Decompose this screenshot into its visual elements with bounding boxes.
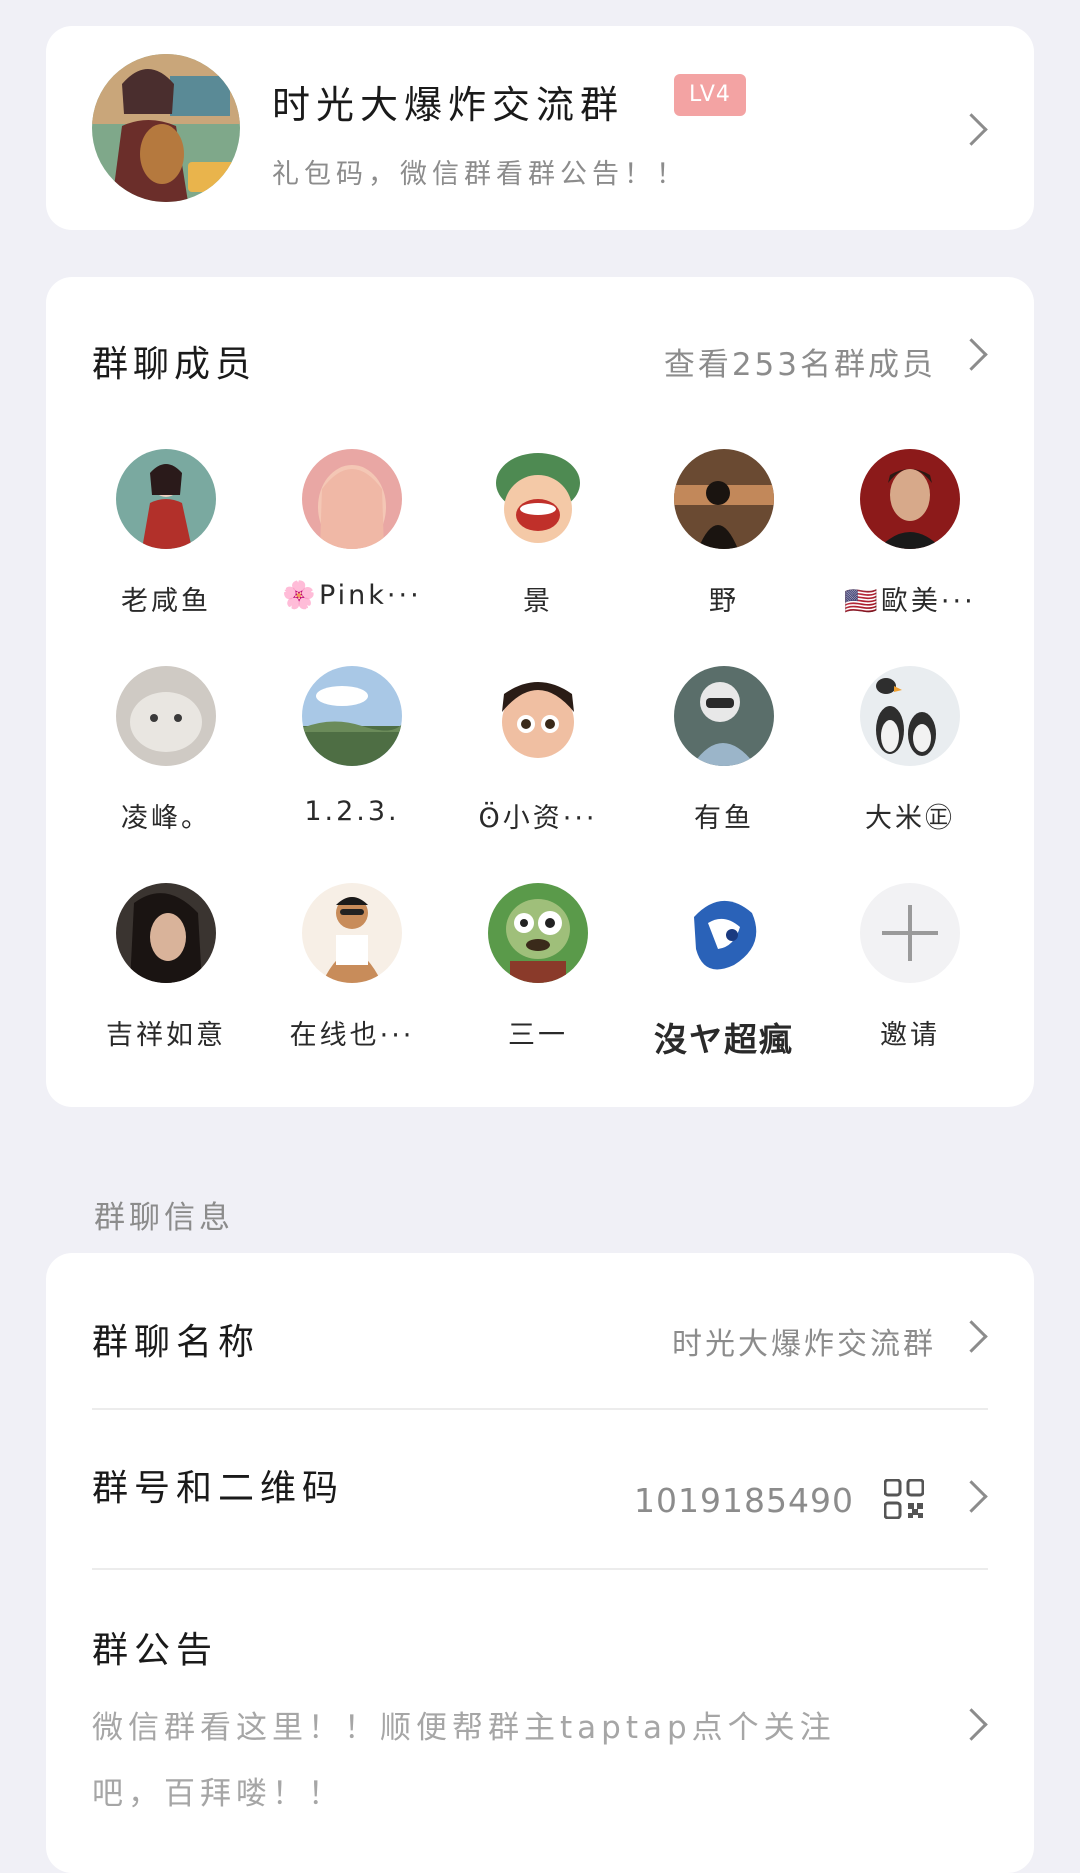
group-info-card: 群聊名称 时光大爆炸交流群 群号和二维码 1019185490 群公告 微信群看…: [46, 1253, 1034, 1873]
member-item[interactable]: 1.2.3.: [252, 666, 452, 866]
members-card: 群聊成员 查看253名群成员 老咸鱼 🌸Pink··· 景 野 🇺🇸歐美···: [46, 277, 1034, 1107]
member-avatar: [116, 449, 216, 549]
view-all-members-link[interactable]: 查看253名群成员: [664, 339, 936, 384]
invite-label: 邀请: [880, 1020, 940, 1051]
group-name-row[interactable]: 群聊名称 时光大爆炸交流群: [92, 1313, 988, 1363]
group-number-row[interactable]: 群号和二维码 1019185490: [92, 1459, 988, 1520]
group-number-value: 1019185490: [634, 1481, 854, 1520]
member-name: 凌峰。: [121, 803, 211, 834]
member-item[interactable]: 有鱼: [624, 666, 824, 866]
member-item[interactable]: 🌸Pink···: [252, 449, 452, 649]
chevron-right-icon: [955, 1480, 988, 1513]
member-avatar: [488, 883, 588, 983]
group-notice-row[interactable]: 群公告 微信群看这里！！顺便帮群主taptap点个关注吧，百拜喽！！: [92, 1621, 988, 1851]
member-avatar: [860, 449, 960, 549]
invite-member-button[interactable]: 邀请: [810, 883, 1010, 1083]
member-name: 三一: [508, 1020, 568, 1051]
member-item[interactable]: 吉祥如意: [66, 883, 266, 1083]
group-name-value: 时光大爆炸交流群: [672, 1327, 936, 1362]
member-name: 1.2.3.: [304, 796, 400, 827]
group-description: 礼包码，微信群看群公告！！: [272, 159, 688, 190]
member-avatar: [116, 666, 216, 766]
member-name: 景: [523, 586, 553, 617]
chevron-right-icon: [955, 113, 988, 146]
members-title: 群聊成员: [92, 344, 257, 385]
member-avatar: [674, 449, 774, 549]
member-item[interactable]: 沒ヤ超瘋: [624, 883, 824, 1083]
member-name: 🇺🇸歐美···: [844, 586, 976, 617]
member-name: 沒ヤ超瘋: [654, 1020, 794, 1059]
group-number-label: 群号和二维码: [92, 1468, 345, 1509]
member-name: 有鱼: [694, 803, 754, 834]
member-avatar: [488, 666, 588, 766]
member-item[interactable]: 在线也···: [252, 883, 452, 1083]
group-info-section-label: 群聊信息: [94, 1200, 234, 1236]
plus-icon: [860, 883, 960, 983]
member-name: 在线也···: [289, 1020, 415, 1051]
group-name: 时光大爆炸交流群: [272, 83, 625, 127]
group-notice-label: 群公告: [92, 1630, 219, 1671]
member-item[interactable]: 大米㊣: [810, 666, 1010, 866]
member-avatar: [302, 449, 402, 549]
member-avatar: [302, 666, 402, 766]
member-avatar: [674, 883, 774, 983]
member-item[interactable]: 野: [624, 449, 824, 649]
member-avatar: [116, 883, 216, 983]
member-item[interactable]: 老咸鱼: [66, 449, 266, 649]
group-avatar: [92, 54, 240, 202]
member-name: ʘ̈小资···: [478, 803, 598, 834]
group-name-label: 群聊名称: [92, 1322, 261, 1363]
chevron-right-icon[interactable]: [955, 338, 988, 371]
member-name: 老咸鱼: [121, 586, 211, 617]
member-item[interactable]: 🇺🇸歐美···: [810, 449, 1010, 649]
member-name: 吉祥如意: [106, 1020, 226, 1051]
qr-code-icon: [884, 1479, 924, 1519]
member-name: 大米㊣: [865, 803, 955, 834]
divider: [92, 1408, 988, 1410]
chevron-right-icon: [955, 1320, 988, 1353]
member-name: 野: [709, 586, 739, 617]
member-avatar: [302, 883, 402, 983]
member-avatar: [488, 449, 588, 549]
member-avatar: [860, 666, 960, 766]
member-item[interactable]: 凌峰。: [66, 666, 266, 866]
member-item[interactable]: 景: [438, 449, 638, 649]
member-name: 🌸Pink···: [282, 580, 422, 611]
divider: [92, 1568, 988, 1570]
group-notice-text: 微信群看这里！！顺便帮群主taptap点个关注吧，百拜喽！！: [92, 1710, 836, 1812]
member-item[interactable]: ʘ̈小资···: [438, 666, 638, 866]
group-header-card[interactable]: 时光大爆炸交流群 LV4 礼包码，微信群看群公告！！: [46, 26, 1034, 230]
chevron-right-icon: [955, 1708, 988, 1741]
member-item[interactable]: 三一: [438, 883, 638, 1083]
member-avatar: [674, 666, 774, 766]
group-level-badge: LV4: [674, 74, 746, 116]
